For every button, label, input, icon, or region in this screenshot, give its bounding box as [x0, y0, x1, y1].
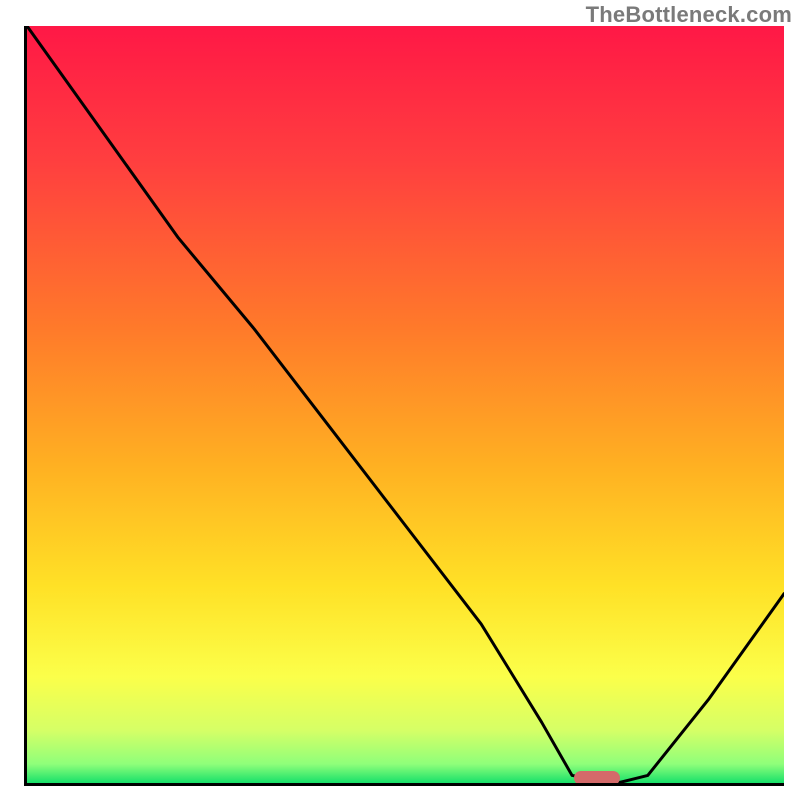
background-gradient	[27, 26, 784, 783]
chart-frame: TheBottleneck.com	[0, 0, 800, 800]
watermark-text: TheBottleneck.com	[586, 2, 792, 28]
plot-area	[24, 26, 784, 786]
